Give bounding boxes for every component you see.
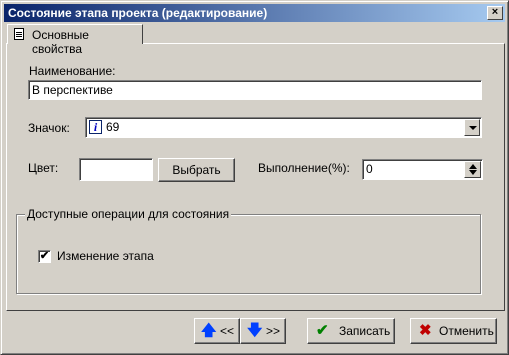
name-value: В перспективе — [32, 83, 113, 97]
progress-value: 0 — [366, 162, 373, 176]
checkmark-icon: ✔ — [316, 322, 329, 339]
checkmark-icon: ✔ — [39, 250, 50, 262]
tab-label: Основные свойства — [32, 28, 89, 56]
cancel-label: Отменить — [439, 324, 494, 338]
document-icon — [14, 28, 24, 40]
tab-main-properties[interactable]: Основные свойства — [7, 24, 143, 56]
save-button[interactable]: ✔ Записать — [307, 318, 395, 344]
prev-button[interactable]: 🡅 << — [194, 318, 240, 344]
change-stage-checkbox[interactable]: ✔ — [38, 250, 51, 263]
progress-label: Выполнение(%): — [258, 161, 350, 175]
group-title: Доступные операции для состояния — [25, 207, 232, 221]
icon-label: Значок: — [28, 121, 70, 135]
save-label: Записать — [339, 324, 391, 338]
cancel-button[interactable]: ✖ Отменить — [410, 318, 497, 344]
info-icon: i — [89, 120, 102, 134]
spin-icon[interactable] — [464, 161, 481, 178]
next-label: >> — [266, 324, 281, 338]
color-swatch[interactable] — [79, 158, 153, 181]
prev-label: << — [220, 324, 235, 338]
change-stage-label: Изменение этапа — [57, 249, 154, 263]
icon-select[interactable]: i 69 — [85, 117, 482, 138]
name-field[interactable]: В перспективе — [28, 80, 482, 100]
title-bar[interactable]: Состояние этапа проекта (редактирование)… — [4, 4, 505, 22]
dialog-window: Состояние этапа проекта (редактирование)… — [0, 0, 509, 355]
color-label: Цвет: — [28, 161, 59, 175]
operations-group: Доступные операции для состояния ✔ Измен… — [16, 207, 481, 294]
chevron-down-icon[interactable] — [464, 119, 480, 136]
next-button[interactable]: 🡇 >> — [240, 318, 286, 344]
name-label: Наименование: — [29, 64, 116, 78]
arrow-up-icon: 🡅 — [201, 322, 217, 339]
close-button[interactable]: × — [487, 6, 503, 20]
window-title: Состояние этапа проекта (редактирование) — [8, 6, 268, 20]
close-icon: × — [491, 6, 499, 18]
icon-value: 69 — [106, 120, 120, 134]
arrow-down-icon: 🡇 — [247, 322, 263, 339]
progress-input[interactable]: 0 — [362, 159, 483, 180]
choose-color-button[interactable]: Выбрать — [158, 158, 235, 182]
choose-color-label: Выбрать — [172, 163, 221, 177]
x-icon: ✖ — [419, 322, 432, 339]
